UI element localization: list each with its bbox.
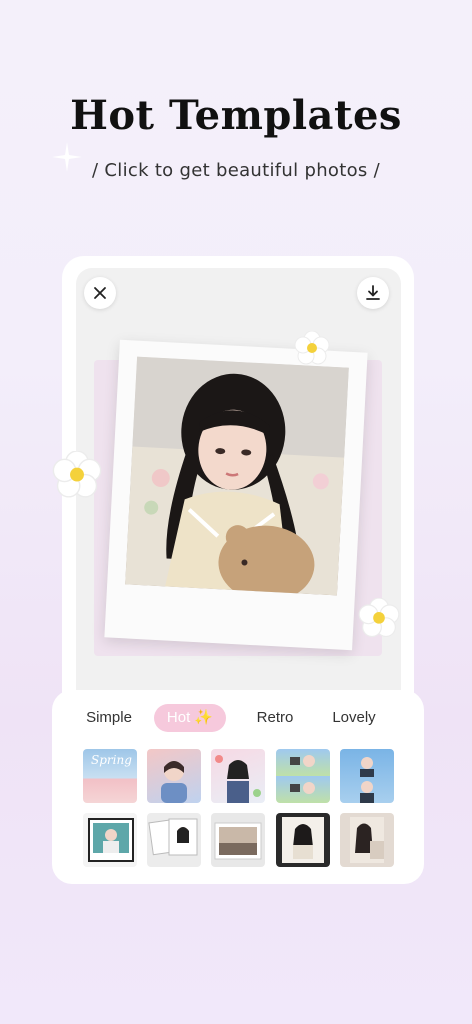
tab-hot[interactable]: Hot ✨: [154, 704, 226, 732]
tab-simple[interactable]: Simple: [78, 704, 140, 732]
thumbnail-portrait: [148, 818, 198, 856]
page-title: Hot Templates: [70, 92, 402, 139]
template-tabs: Simple Hot ✨ Retro Lovely: [52, 700, 424, 736]
portrait-illustration: [125, 356, 349, 596]
tab-lovely[interactable]: Lovely: [322, 704, 386, 732]
close-button[interactable]: [84, 277, 116, 309]
template-thumbnail[interactable]: [147, 813, 201, 867]
thumbnail-portrait: [161, 761, 187, 803]
template-thumbnail[interactable]: [211, 813, 265, 867]
template-thumbnail[interactable]: [147, 749, 201, 803]
portrait-photo: [125, 356, 349, 596]
template-thumbnail[interactable]: [340, 749, 394, 803]
flower-sticker: [358, 598, 400, 638]
template-thumbnail[interactable]: [340, 813, 394, 867]
flower-sticker: [294, 331, 330, 365]
thumbnail-portrait: [282, 817, 324, 863]
thumbnail-caption: Spring: [91, 753, 132, 767]
thumbnail-portrait: [360, 757, 374, 803]
template-thumbnail[interactable]: Spring: [83, 749, 137, 803]
template-thumbnail[interactable]: [276, 813, 330, 867]
thumbnail-portrait: [215, 755, 261, 803]
thumbnail-portrait: [214, 822, 262, 860]
tab-retro[interactable]: Retro: [246, 704, 304, 732]
page-subtitle: / Click to get beautiful photos /: [92, 160, 380, 181]
polaroid-frame: [104, 339, 368, 651]
close-icon: [94, 287, 106, 299]
download-button[interactable]: [357, 277, 389, 309]
thumbnail-portrait: [290, 755, 315, 794]
thumbnail-portrait: [88, 818, 134, 862]
flower-sticker: [52, 451, 102, 498]
thumbnail-portrait: [350, 817, 384, 863]
download-icon: [366, 285, 380, 300]
template-thumbnail[interactable]: [83, 813, 137, 867]
template-thumbnail[interactable]: [276, 749, 330, 803]
template-thumbnail[interactable]: [211, 749, 265, 803]
